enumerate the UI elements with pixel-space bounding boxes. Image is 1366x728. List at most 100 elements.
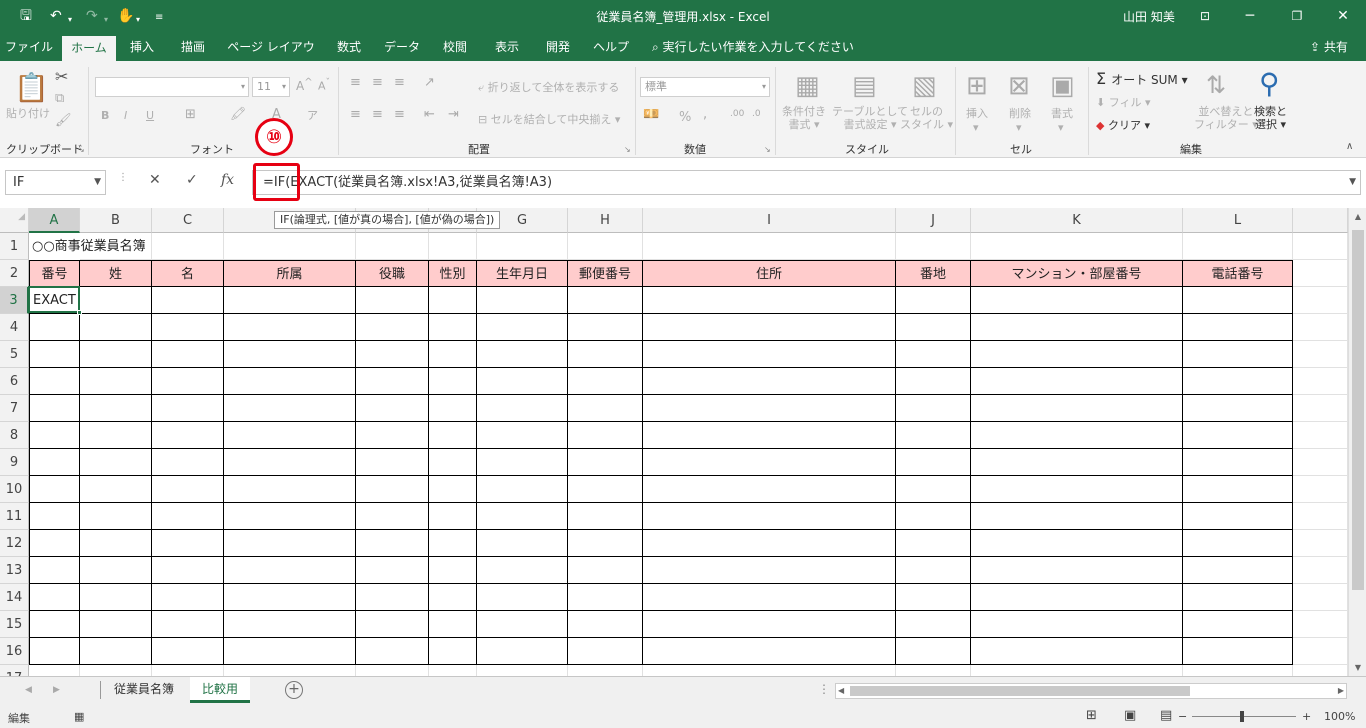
cell-g13[interactable]: [477, 557, 568, 584]
cell-c5[interactable]: [152, 341, 224, 368]
row-header-8[interactable]: 8: [0, 422, 29, 449]
cell-e4[interactable]: [356, 314, 429, 341]
cell-b15[interactable]: [80, 611, 152, 638]
cell-d3[interactable]: [224, 287, 356, 314]
column-header-c[interactable]: C: [152, 208, 224, 233]
row-header-4[interactable]: 4: [0, 314, 29, 341]
sheet-tab-employee-list[interactable]: 従業員名簿: [102, 677, 186, 703]
sheet-tab-compare[interactable]: 比較用: [190, 677, 251, 703]
align-bottom-icon[interactable]: ≡: [394, 75, 405, 90]
decrease-decimal-icon[interactable]: .0: [752, 109, 761, 119]
cell-d17[interactable]: [224, 665, 356, 676]
cell-g15[interactable]: [477, 611, 568, 638]
customize-qat-icon[interactable]: ≡: [155, 9, 163, 27]
increase-font-icon[interactable]: A^: [296, 77, 313, 93]
cell-b13[interactable]: [80, 557, 152, 584]
comma-icon[interactable]: ,: [703, 107, 707, 122]
tab-insert[interactable]: 挿入: [120, 33, 164, 61]
save-icon[interactable]: 🖫: [20, 7, 32, 25]
cell-d14[interactable]: [224, 584, 356, 611]
cell-e5[interactable]: [356, 341, 429, 368]
cell-f10[interactable]: [429, 476, 477, 503]
tab-page-layout[interactable]: ページ レイアウト: [224, 33, 318, 82]
select-all-corner[interactable]: ◢: [0, 208, 29, 233]
column-header-h[interactable]: H: [568, 208, 643, 233]
cell-g3[interactable]: [477, 287, 568, 314]
italic-button[interactable]: I: [124, 109, 127, 122]
tell-me-search[interactable]: ⌕ 実行したい作業を入力してください: [652, 33, 854, 61]
cell-g12[interactable]: [477, 530, 568, 557]
column-header-m[interactable]: [1293, 208, 1348, 233]
column-header-b[interactable]: B: [80, 208, 152, 233]
sheet-title-cell[interactable]: ○○商事従業員名簿: [29, 233, 146, 260]
cell-c8[interactable]: [152, 422, 224, 449]
vertical-scrollbar[interactable]: ▲ ▼: [1348, 208, 1366, 676]
cell-b5[interactable]: [80, 341, 152, 368]
number-launcher-icon[interactable]: ↘: [764, 145, 771, 154]
cell-g14[interactable]: [477, 584, 568, 611]
cell-l13[interactable]: [1183, 557, 1293, 584]
cell-i3[interactable]: [643, 287, 896, 314]
cell-f16[interactable]: [429, 638, 477, 665]
cell-c13[interactable]: [152, 557, 224, 584]
touch-mode-icon[interactable]: ✋: [117, 7, 134, 25]
cell-h10[interactable]: [568, 476, 643, 503]
cell-g10[interactable]: [477, 476, 568, 503]
cell-j16[interactable]: [896, 638, 971, 665]
delete-cells-button[interactable]: 削除 ▾: [1009, 105, 1031, 134]
cell-e17[interactable]: [356, 665, 429, 676]
row-header-11[interactable]: 11: [0, 503, 29, 530]
delete-cells-icon[interactable]: ⊠: [1008, 71, 1030, 101]
cell-i10[interactable]: [643, 476, 896, 503]
cell-h17[interactable]: [568, 665, 643, 676]
cell-m3[interactable]: [1293, 287, 1348, 314]
cell-k11[interactable]: [971, 503, 1183, 530]
close-icon[interactable]: ✕: [1328, 5, 1358, 27]
page-break-view-icon[interactable]: ▤: [1160, 708, 1172, 723]
cell-j14[interactable]: [896, 584, 971, 611]
zoom-slider[interactable]: [1192, 716, 1296, 717]
cell-m13[interactable]: [1293, 557, 1348, 584]
tab-data[interactable]: データ: [379, 33, 425, 61]
cell-l12[interactable]: [1183, 530, 1293, 557]
restore-icon[interactable]: ❐: [1282, 5, 1312, 27]
cell-i1[interactable]: [643, 233, 896, 260]
tab-file[interactable]: ファイル: [0, 33, 58, 61]
cell-a4[interactable]: [29, 314, 80, 341]
cell-b7[interactable]: [80, 395, 152, 422]
share-button[interactable]: ⇪ 共有: [1310, 33, 1348, 61]
cell-k7[interactable]: [971, 395, 1183, 422]
cell-j8[interactable]: [896, 422, 971, 449]
cell-j5[interactable]: [896, 341, 971, 368]
cell-h1[interactable]: [568, 233, 643, 260]
cell-i13[interactable]: [643, 557, 896, 584]
cell-f1[interactable]: [429, 233, 477, 260]
row-header-14[interactable]: 14: [0, 584, 29, 611]
page-layout-view-icon[interactable]: ▣: [1124, 708, 1136, 723]
cell-k15[interactable]: [971, 611, 1183, 638]
cell-a8[interactable]: [29, 422, 80, 449]
cell-i14[interactable]: [643, 584, 896, 611]
cell-f14[interactable]: [429, 584, 477, 611]
cell-j4[interactable]: [896, 314, 971, 341]
cell-h3[interactable]: [568, 287, 643, 314]
cell-b14[interactable]: [80, 584, 152, 611]
cell-d7[interactable]: [224, 395, 356, 422]
cell-m1[interactable]: [1293, 233, 1348, 260]
cell-d11[interactable]: [224, 503, 356, 530]
cell-k9[interactable]: [971, 449, 1183, 476]
macro-record-icon[interactable]: ▦: [74, 710, 84, 723]
scroll-up-icon[interactable]: ▲: [1349, 212, 1366, 221]
cell-c4[interactable]: [152, 314, 224, 341]
touch-dropdown-icon[interactable]: ▾: [136, 11, 140, 29]
row-header-3[interactable]: 3: [0, 287, 29, 314]
align-center-icon[interactable]: ≡: [372, 107, 383, 122]
fill-color-icon[interactable]: 🖍: [230, 107, 247, 122]
cell-j6[interactable]: [896, 368, 971, 395]
cell-a11[interactable]: [29, 503, 80, 530]
row-header-17[interactable]: 17: [0, 665, 29, 676]
fill-button[interactable]: ⬇ フィル ▾: [1096, 94, 1151, 110]
cell-i11[interactable]: [643, 503, 896, 530]
cell-g9[interactable]: [477, 449, 568, 476]
tab-formulas[interactable]: 数式: [326, 33, 372, 61]
